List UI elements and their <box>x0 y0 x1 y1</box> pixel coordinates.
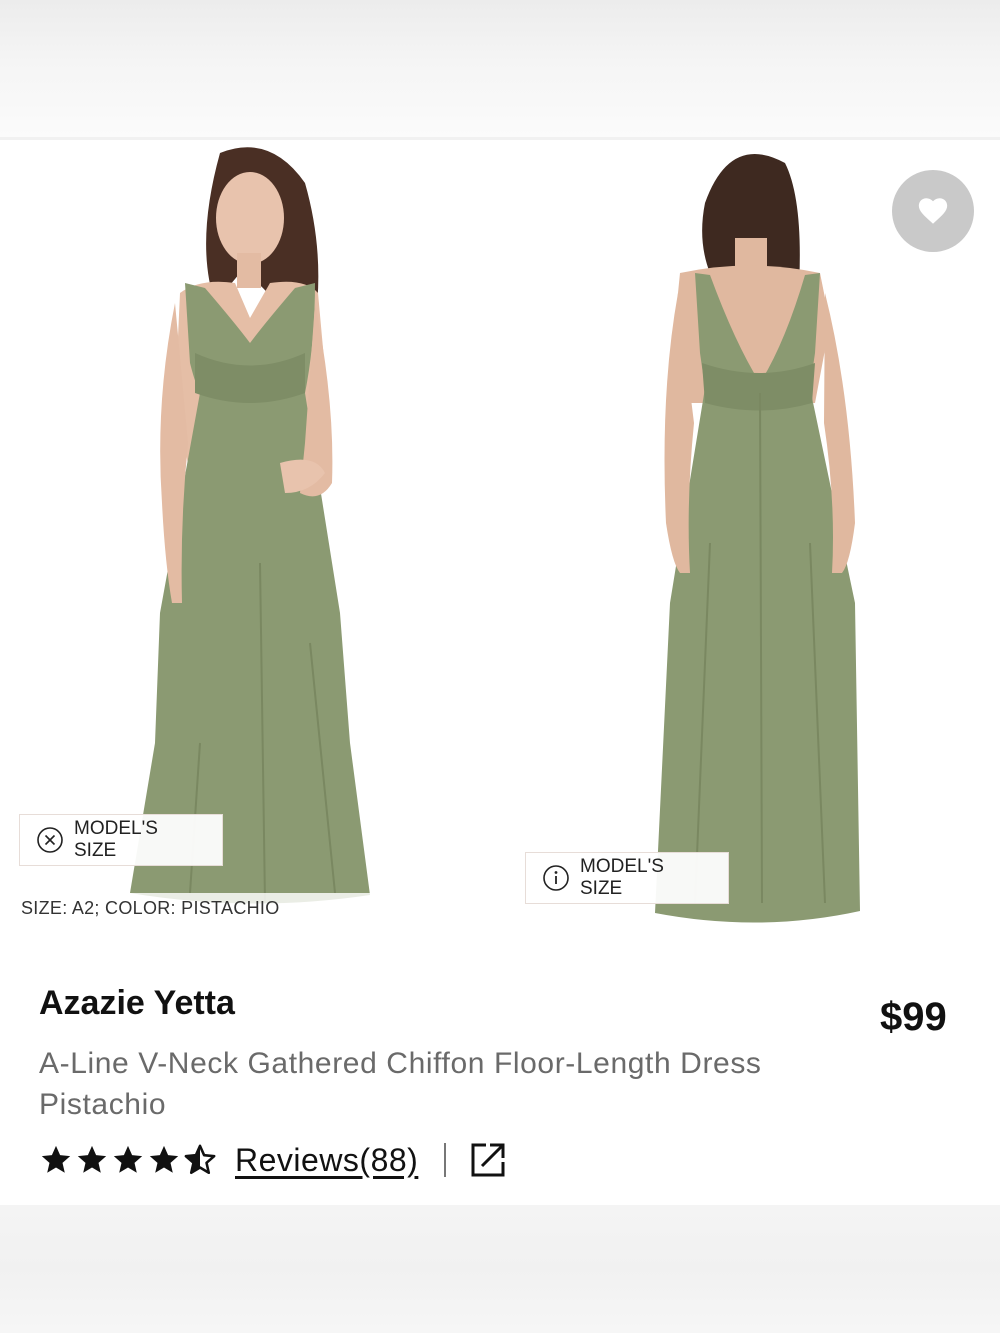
star-full-icon <box>149 1145 179 1173</box>
close-circle-icon <box>37 827 63 853</box>
star-half-icon <box>184 1144 216 1175</box>
blurred-footer <box>0 1205 1000 1333</box>
model-size-label: MODEL'S SIZE <box>580 856 664 899</box>
model-size-label: MODEL'S SIZE <box>74 818 158 861</box>
star-full-icon <box>113 1145 143 1173</box>
heart-icon <box>918 198 948 224</box>
star-full-icon <box>77 1145 107 1173</box>
star-rating <box>39 1143 217 1177</box>
divider <box>444 1143 447 1177</box>
external-link-button[interactable] <box>468 1140 508 1180</box>
blurred-header <box>0 0 1000 140</box>
external-link-icon <box>471 1143 505 1177</box>
info-icon <box>543 865 569 891</box>
reviews-link[interactable]: Reviews(88) <box>235 1142 418 1179</box>
product-description: A-Line V-Neck Gathered Chiffon Floor-Len… <box>39 1047 762 1121</box>
rating-row: Reviews(88) <box>39 1138 508 1182</box>
product-price: $99 <box>880 995 947 1039</box>
model-size-button-front[interactable]: MODEL'S SIZE <box>19 814 223 866</box>
size-color-caption: SIZE: A2; COLOR: PISTACHIO <box>0 893 370 923</box>
model-size-button-back[interactable]: MODEL'S SIZE <box>525 852 729 904</box>
back-view-photo[interactable] <box>610 143 910 933</box>
product-title: Azazie Yetta <box>39 984 235 1022</box>
star-full-icon <box>41 1145 71 1173</box>
favorite-button[interactable] <box>892 170 974 252</box>
